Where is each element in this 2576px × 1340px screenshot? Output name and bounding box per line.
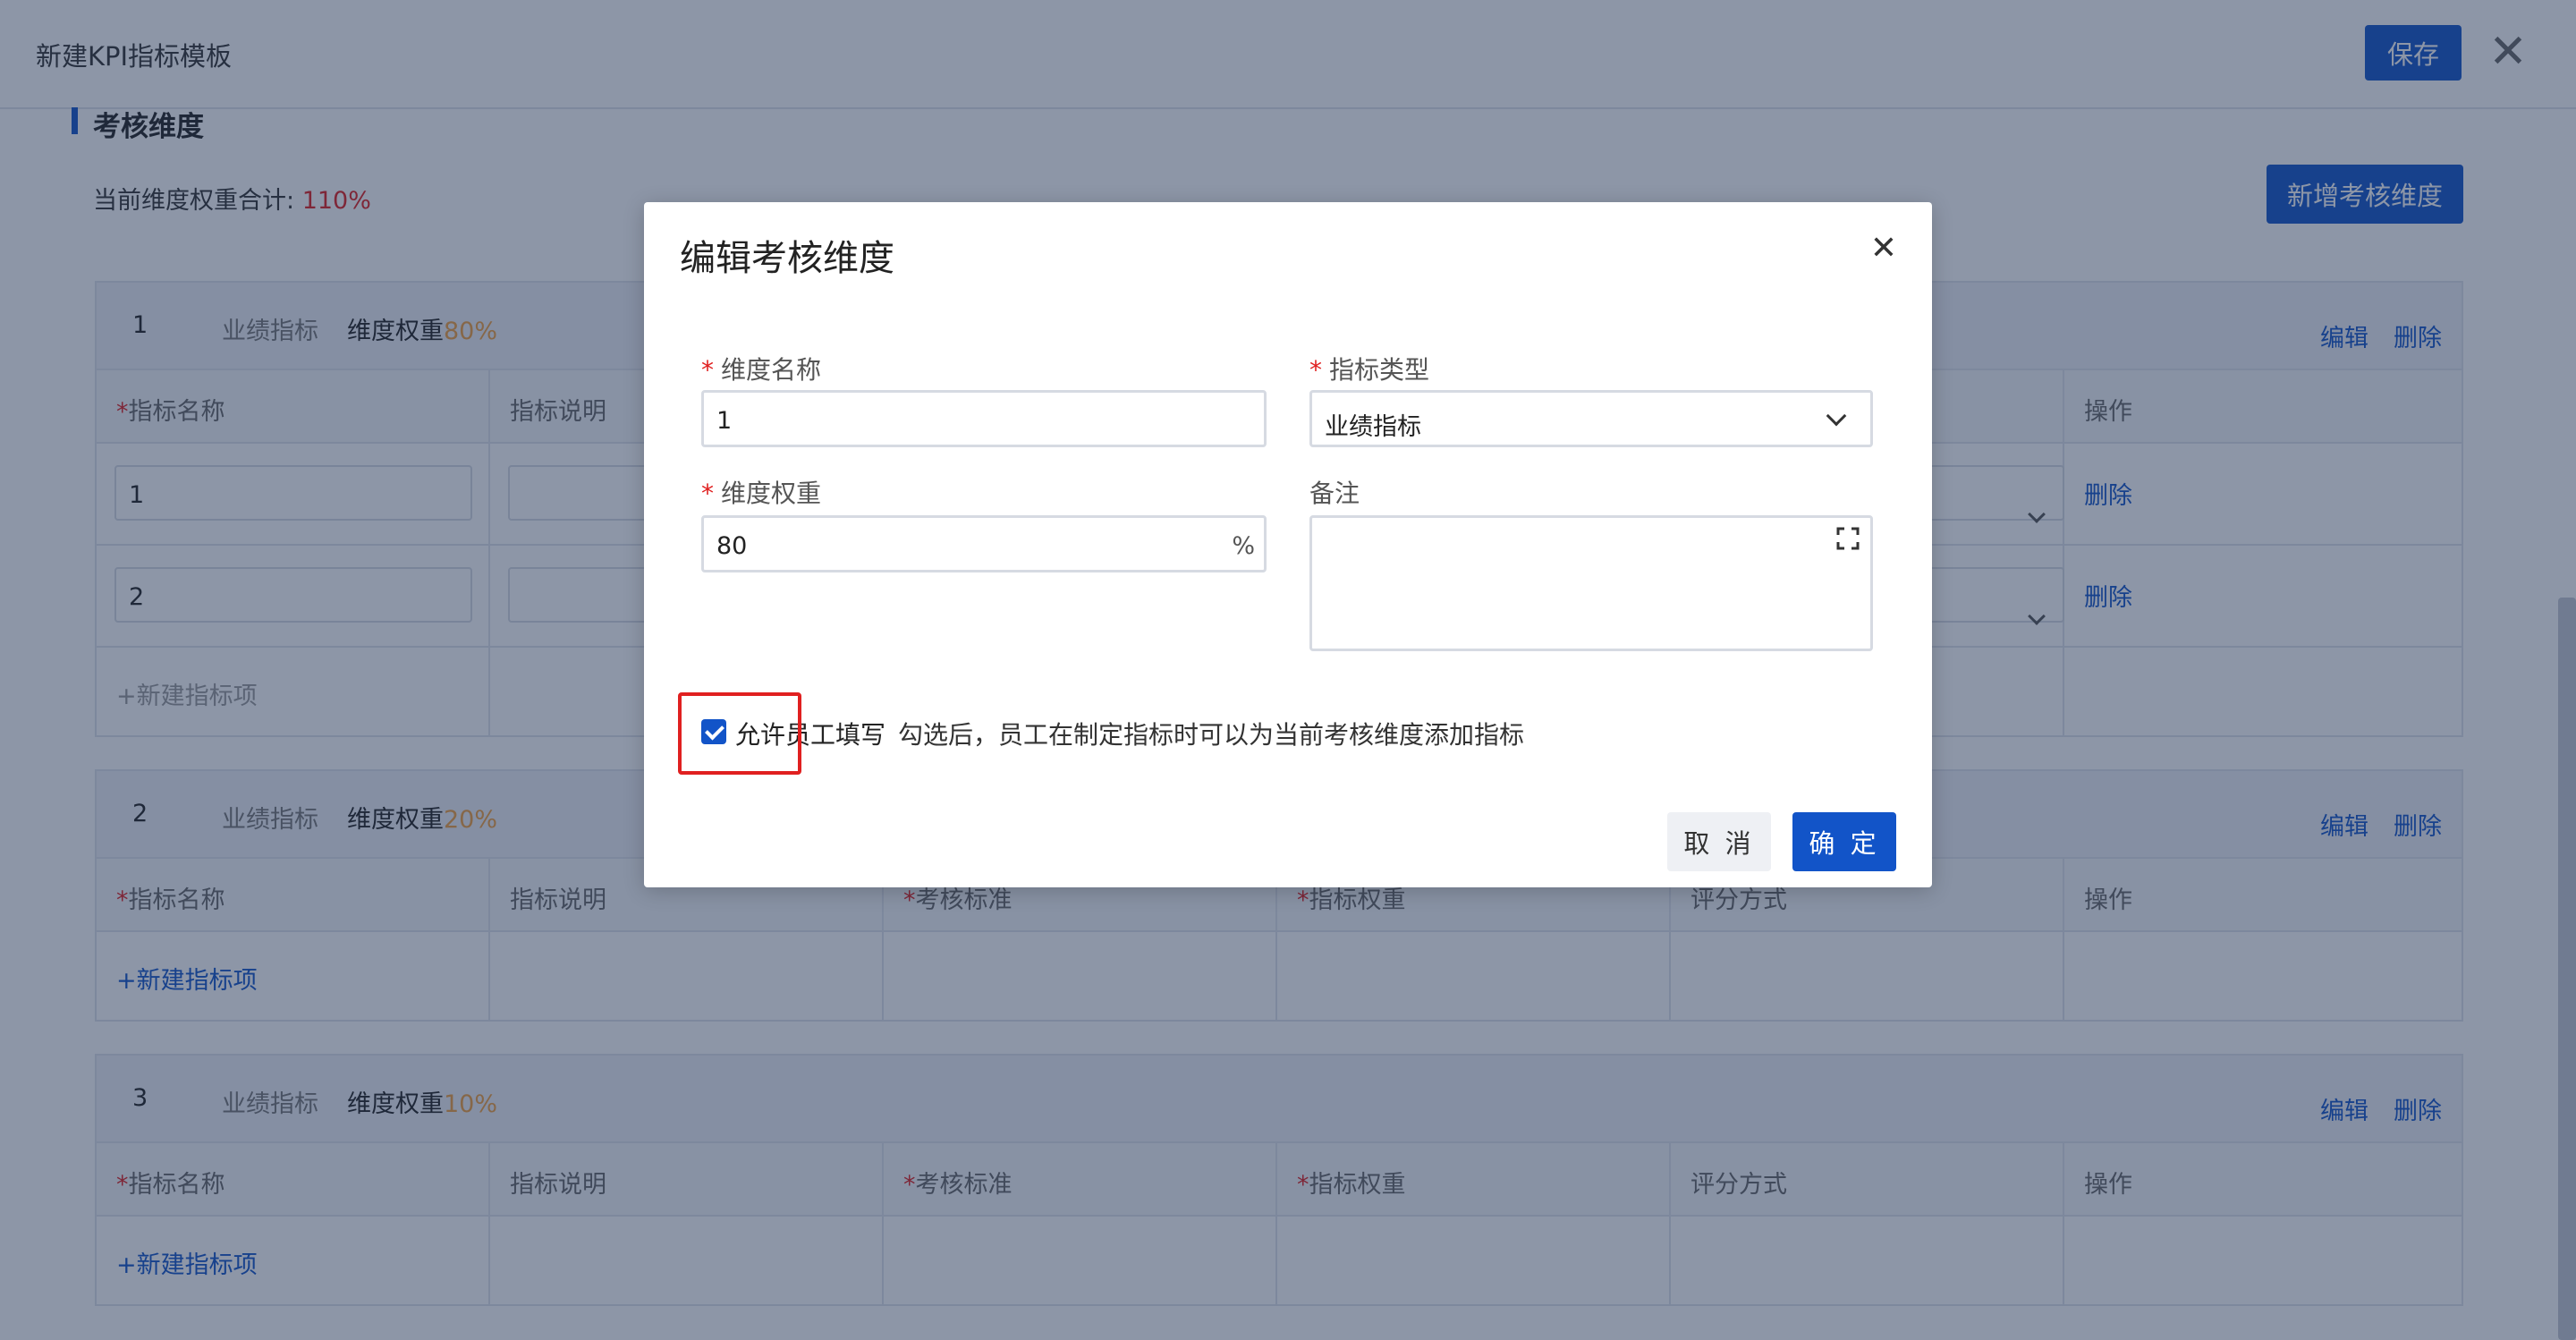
highlight-annotation-box — [678, 692, 801, 775]
chevron-down-icon — [1826, 405, 1847, 427]
type-field-label: * 指标类型 — [1309, 355, 1430, 385]
cancel-button[interactable]: 取 消 — [1667, 812, 1771, 871]
close-icon[interactable]: ✕ — [1864, 229, 1903, 268]
edit-dimension-dialog: 编辑考核维度 ✕ * 维度名称 1 * 指标类型 业绩指标 * 维度权重 80% 备注… — [644, 202, 1932, 887]
dimension-weight-input-value: 80 — [716, 532, 748, 560]
confirm-button[interactable]: 确 定 — [1792, 812, 1896, 871]
note-textarea[interactable] — [1309, 515, 1873, 651]
percent-suffix: % — [1232, 532, 1255, 560]
note-field-label: 备注 — [1309, 479, 1360, 508]
dimension-weight-input[interactable]: 80% — [701, 515, 1267, 572]
indicator-type-select[interactable]: 业绩指标 — [1309, 390, 1873, 447]
weight-field-label: * 维度权重 — [701, 479, 822, 508]
allow-employee-hint: 勾选后，员工在制定指标时可以为当前考核维度添加指标 — [898, 720, 1525, 750]
dialog-title: 编辑考核维度 — [680, 238, 894, 279]
dimension-name-input[interactable]: 1 — [701, 390, 1267, 447]
name-field-label: * 维度名称 — [701, 355, 822, 385]
expand-icon[interactable] — [1836, 527, 1860, 550]
indicator-type-value: 业绩指标 — [1325, 413, 1421, 441]
